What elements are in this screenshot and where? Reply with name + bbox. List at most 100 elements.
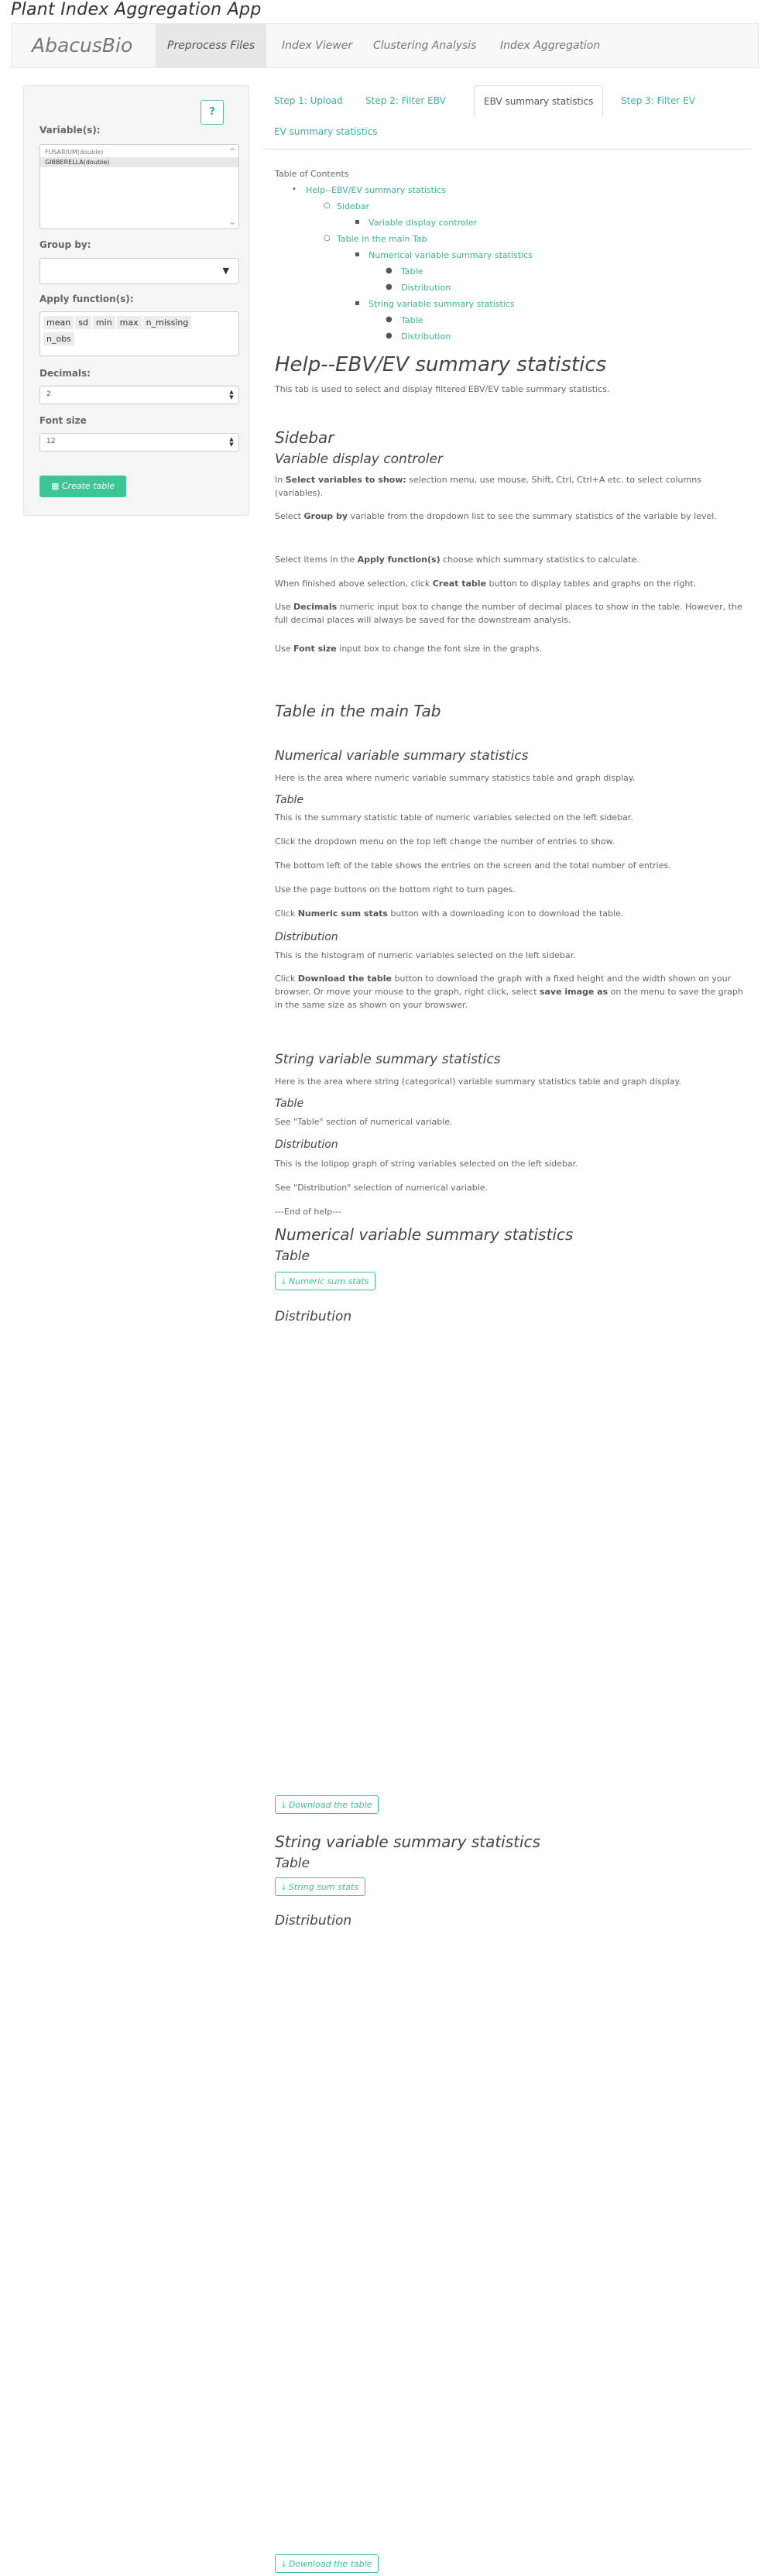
navbar: AbacusBio Preprocess Files Index Viewer … xyxy=(11,23,759,68)
help-paragraph: See "Table" section of numerical variabl… xyxy=(275,1117,453,1127)
create-table-button[interactable]: ▦ Create table xyxy=(39,476,126,497)
nav-index-viewer[interactable]: Index Viewer xyxy=(270,24,364,67)
num-help-title: Numerical variable summary statistics xyxy=(275,748,529,764)
num-output-title: Numerical variable summary statistics xyxy=(275,1225,574,1244)
toc-link[interactable]: String variable summary statistics xyxy=(369,299,515,309)
chevron-up-icon[interactable]: ⌃ xyxy=(228,146,237,157)
bullet-icon: ● xyxy=(386,315,393,324)
help-paragraph: In Select variables to show: selection m… xyxy=(275,475,701,498)
num-download-table-button[interactable]: ⤓ Download the table xyxy=(275,1795,379,1814)
download-icon: ⤓ xyxy=(282,1800,286,1810)
groupby-select[interactable]: ▼ xyxy=(39,258,239,284)
spinner-icon[interactable]: ▲ ▼ xyxy=(228,390,235,400)
toc-link[interactable]: Table xyxy=(401,266,423,276)
help-paragraph: Use Decimals numeric input box to change… xyxy=(275,602,742,625)
spinner-icon[interactable]: ▲ ▼ xyxy=(228,437,235,448)
help-paragraph: Here is the area where numeric variable … xyxy=(275,773,636,783)
function-tag[interactable]: max xyxy=(116,316,142,329)
str-help-table-title: Table xyxy=(275,1097,304,1110)
toc-link[interactable]: Table xyxy=(401,315,423,325)
help-title: Help--EBV/EV summary statistics xyxy=(275,353,607,376)
num-help-table-title: Table xyxy=(275,794,304,806)
download-icon: ⤓ xyxy=(282,2559,286,2569)
controler-title: Variable display controler xyxy=(275,452,443,467)
num-output-dist-title: Distribution xyxy=(275,1309,352,1324)
tab-step2-filter-ebv[interactable]: Step 2: Filter EBV xyxy=(356,85,455,116)
tab-ev-summary[interactable]: EV summary statistics xyxy=(265,116,387,147)
bullet-icon: ▪ xyxy=(355,299,360,307)
toc-link[interactable]: Help--EBV/EV summary statistics xyxy=(306,185,446,195)
str-download-table-button[interactable]: ⤓ Download the table xyxy=(275,2554,379,2573)
bullet-icon: ● xyxy=(386,331,393,340)
main-tab-title: Table in the main Tab xyxy=(275,702,441,720)
function-tag[interactable]: n_obs xyxy=(43,332,74,345)
brand-logo[interactable]: AbacusBio xyxy=(32,34,132,57)
help-end: ---End of help--- xyxy=(275,1207,342,1217)
tab-bar: Step 1: Upload Step 2: Filter EBV EBV su… xyxy=(263,84,753,149)
table-icon: ▦ xyxy=(50,481,60,491)
toc-link[interactable]: Sidebar xyxy=(337,201,369,211)
str-output-dist-title: Distribution xyxy=(275,1913,352,1929)
bullet-icon: ○ xyxy=(324,234,331,242)
function-tag[interactable]: min xyxy=(92,316,115,329)
help-paragraph: Here is the area where string (categoric… xyxy=(275,1077,681,1087)
tab-step1-upload[interactable]: Step 1: Upload xyxy=(265,85,352,116)
variables-scrollbar[interactable]: ⌃ ⌄ xyxy=(228,146,237,227)
groupby-label: Group by: xyxy=(39,239,91,250)
bullet-icon: • xyxy=(292,185,297,194)
num-output-table-title: Table xyxy=(275,1249,310,1264)
variable-option[interactable]: GIBBERELLA(double) xyxy=(40,157,238,167)
nav-clustering-analysis[interactable]: Clustering Analysis xyxy=(362,24,488,67)
help-paragraph: This is the lolipop graph of string vari… xyxy=(275,1159,578,1169)
toc-link[interactable]: Table in the main Tab xyxy=(337,234,427,244)
help-paragraph: Select items in the Apply function(s) ch… xyxy=(275,555,639,565)
variables-label: Variable(s): xyxy=(39,125,101,136)
tab-step3-filter-ev[interactable]: Step 3: Filter EV xyxy=(612,85,705,116)
decimals-value: 2 xyxy=(46,390,51,398)
help-paragraph: Click Numeric sum stats button with a do… xyxy=(275,908,624,919)
toc-link[interactable]: Variable display controler xyxy=(369,218,477,228)
numeric-sum-stats-button[interactable]: ⤓ Numeric sum stats xyxy=(275,1272,376,1290)
help-paragraph: Click the dropdown menu on the top left … xyxy=(275,836,615,847)
function-tag[interactable]: mean xyxy=(43,316,74,329)
toc-link[interactable]: Numerical variable summary statistics xyxy=(369,250,533,260)
num-help-dist-title: Distribution xyxy=(275,931,338,943)
str-help-dist-title: Distribution xyxy=(275,1139,338,1151)
fontsize-label: Font size xyxy=(39,415,87,426)
functions-select[interactable]: mean sd min max n_missing n_obs xyxy=(39,311,239,356)
download-icon: ⤓ xyxy=(282,1882,286,1892)
nav-preprocess-files[interactable]: Preprocess Files xyxy=(156,24,267,67)
fontsize-value: 12 xyxy=(46,438,56,445)
bullet-icon: ▪ xyxy=(355,250,360,259)
help-intro: This tab is used to select and display f… xyxy=(275,384,610,394)
fontsize-input[interactable]: 12 ▲ ▼ xyxy=(39,433,239,452)
help-paragraph: See "Distribution" selection of numerica… xyxy=(275,1183,489,1193)
create-table-label: Create table xyxy=(61,481,115,491)
str-help-title: String variable summary statistics xyxy=(275,1052,501,1067)
help-paragraph: Select Group by variable from the dropdo… xyxy=(275,511,717,521)
help-button[interactable]: ? xyxy=(201,100,224,125)
caret-down-icon: ▼ xyxy=(222,266,229,276)
decimals-label: Decimals: xyxy=(39,368,91,379)
help-paragraph: This is the histogram of numeric variabl… xyxy=(275,950,576,960)
function-tag[interactable]: n_missing xyxy=(142,316,192,329)
str-output-table-title: Table xyxy=(275,1856,310,1871)
toc-link[interactable]: Distribution xyxy=(401,331,451,342)
decimals-input[interactable]: 2 ▲ ▼ xyxy=(39,386,239,404)
function-tag[interactable]: sd xyxy=(75,316,91,329)
chevron-down-icon[interactable]: ⌄ xyxy=(228,216,237,227)
toc-link[interactable]: Distribution xyxy=(401,283,451,293)
help-paragraph: Use Font size input box to change the fo… xyxy=(275,644,543,654)
functions-label: Apply function(s): xyxy=(39,294,134,304)
bullet-icon: ● xyxy=(386,266,393,275)
string-sum-stats-button[interactable]: ⤓ String sum stats xyxy=(275,1877,365,1896)
help-paragraph: The bottom left of the table shows the e… xyxy=(275,860,671,871)
tab-ebv-summary[interactable]: EBV summary statistics xyxy=(474,85,604,116)
nav-index-aggregation[interactable]: Index Aggregation xyxy=(489,24,612,67)
help-paragraph: This is the summary statistic table of n… xyxy=(275,812,633,823)
download-icon: ⤓ xyxy=(282,1276,286,1286)
variable-option[interactable]: FUSARIUM(double) xyxy=(40,147,238,157)
variables-select[interactable]: FUSARIUM(double) GIBBERELLA(double) ⌃ ⌄ xyxy=(39,144,239,229)
str-output-title: String variable summary statistics xyxy=(275,1832,540,1851)
sidebar-section-title: Sidebar xyxy=(275,428,334,447)
